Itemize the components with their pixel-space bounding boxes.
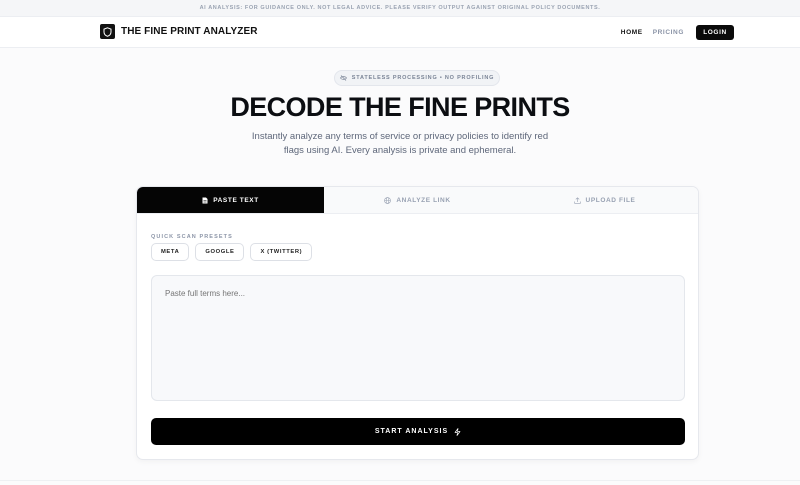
tab-analyze-link[interactable]: ANALYZE LINK bbox=[324, 187, 511, 213]
preset-list: META GOOGLE X (TWITTER) bbox=[151, 243, 313, 261]
start-analysis-button[interactable]: START ANALYSIS bbox=[151, 418, 685, 445]
tab-paste-text[interactable]: PASTE TEXT bbox=[137, 187, 324, 213]
preset-google-button[interactable]: GOOGLE bbox=[195, 243, 245, 261]
hero-title: DECODE THE FINE PRINTS bbox=[230, 92, 570, 122]
disclaimer-banner: AI ANALYSIS: FOR GUIDANCE ONLY. NOT LEGA… bbox=[0, 0, 800, 17]
top-nav: THE FINE PRINT ANALYZER HOME PRICING LOG… bbox=[0, 17, 800, 48]
nav-home-link[interactable]: HOME bbox=[621, 29, 643, 36]
nav-links: HOME PRICING LOGIN bbox=[621, 25, 734, 40]
analyzer-card: PASTE TEXT ANALYZE LINK UPLOAD FILE QUIC… bbox=[136, 186, 699, 460]
tab-upload-file[interactable]: UPLOAD FILE bbox=[511, 187, 698, 213]
privacy-pill-text: STATELESS PROCESSING • NO PROFILING bbox=[351, 75, 495, 81]
start-analysis-label: START ANALYSIS bbox=[374, 428, 449, 435]
nav-pricing-link[interactable]: PRICING bbox=[653, 29, 684, 36]
document-icon bbox=[202, 197, 208, 204]
upload-icon bbox=[573, 196, 581, 204]
shield-logo-icon bbox=[100, 24, 115, 39]
hero-subtitle: Instantly analyze any terms of service o… bbox=[251, 131, 549, 156]
disclaimer-text: AI ANALYSIS: FOR GUIDANCE ONLY. NOT LEGA… bbox=[199, 5, 601, 11]
footer-divider bbox=[0, 480, 800, 481]
hero: STATELESS PROCESSING • NO PROFILING DECO… bbox=[0, 48, 800, 185]
brand-name: THE FINE PRINT ANALYZER bbox=[121, 26, 258, 37]
preset-x-twitter-button[interactable]: X (TWITTER) bbox=[250, 243, 313, 261]
privacy-pill: STATELESS PROCESSING • NO PROFILING bbox=[334, 70, 500, 86]
input-tabs: PASTE TEXT ANALYZE LINK UPLOAD FILE bbox=[137, 187, 698, 214]
tab-upload-file-label: UPLOAD FILE bbox=[585, 196, 636, 204]
eye-off-icon bbox=[339, 75, 347, 81]
login-button[interactable]: LOGIN bbox=[696, 25, 734, 40]
tab-analyze-link-label: ANALYZE LINK bbox=[396, 196, 451, 204]
brand[interactable]: THE FINE PRINT ANALYZER bbox=[100, 24, 258, 39]
bolt-icon bbox=[454, 427, 461, 436]
presets-label: QUICK SCAN PRESETS bbox=[151, 234, 233, 240]
globe-icon bbox=[384, 196, 392, 204]
terms-textarea[interactable] bbox=[151, 275, 685, 401]
preset-meta-button[interactable]: META bbox=[151, 243, 190, 261]
tab-paste-text-label: PASTE TEXT bbox=[213, 196, 259, 204]
